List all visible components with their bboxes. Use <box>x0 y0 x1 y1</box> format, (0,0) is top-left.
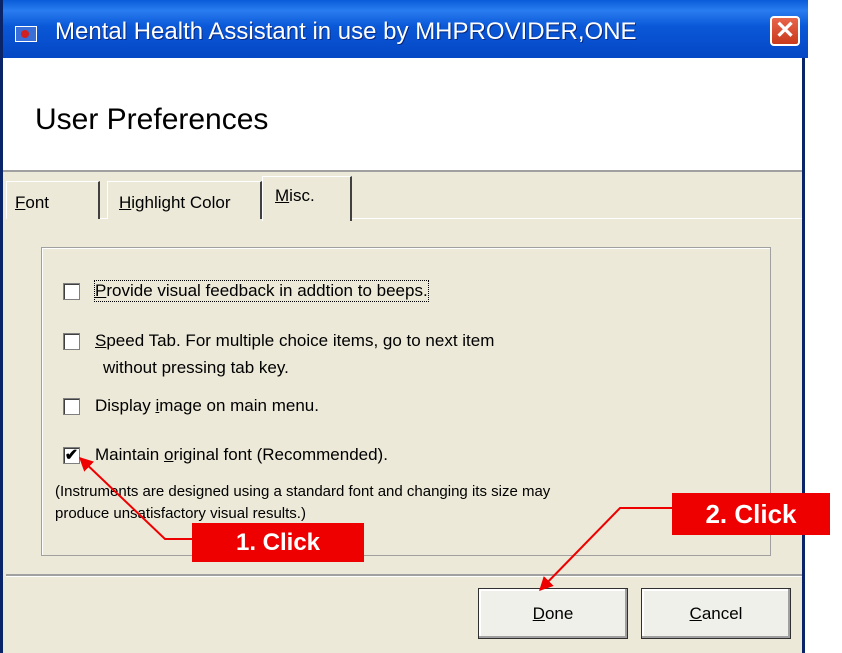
speed-tab-checkbox[interactable] <box>63 333 80 350</box>
dialog-header: User Preferences <box>3 58 802 170</box>
close-icon: ✕ <box>774 17 796 44</box>
speed-tab-label-line2: without pressing tab key. <box>103 358 289 377</box>
maintain-font-checkbox[interactable]: ✔ <box>63 447 80 464</box>
visual-feedback-text: rovide visual feedback in addtion to bee… <box>106 281 428 300</box>
header-divider <box>3 170 802 172</box>
visual-feedback-label[interactable]: Provide visual feedback in addtion to be… <box>94 280 429 302</box>
close-button[interactable]: ✕ <box>770 16 800 46</box>
tab-font[interactable]: Font <box>6 181 100 219</box>
font-note-line1: (Instruments are designed using a standa… <box>55 483 551 500</box>
cancel-mnemonic: C <box>689 603 702 623</box>
done-mnemonic: D <box>532 603 545 623</box>
speed-tab-label[interactable]: Speed Tab. For multiple choice items, go… <box>95 331 494 351</box>
app-icon <box>15 26 37 42</box>
cancel-button[interactable]: Cancel <box>641 588 791 639</box>
maintain-font-label[interactable]: Maintain original font (Recommended). <box>95 445 388 465</box>
visual-feedback-checkbox[interactable] <box>63 283 80 300</box>
tab-highlight-color[interactable]: Highlight Color <box>107 181 262 219</box>
maintain-font-prefix: Maintain <box>95 445 164 464</box>
display-image-checkbox[interactable] <box>63 398 80 415</box>
callout-step1: 1. Click <box>192 523 364 562</box>
visual-feedback-mnemonic: P <box>95 281 107 300</box>
tab-misc[interactable]: Misc. <box>262 176 352 221</box>
font-note-line2: produce unsatisfactory visual results.) <box>55 505 306 522</box>
maintain-font-text: riginal font (Recommended). <box>173 445 388 464</box>
tab-font-mnemonic: F <box>15 193 26 212</box>
title-bar[interactable]: Mental Health Assistant in use by MHPROV… <box>3 0 808 58</box>
tab-misc-label: isc. <box>289 186 315 205</box>
display-image-prefix: Display <box>95 396 156 415</box>
checkmark-icon: ✔ <box>64 447 79 464</box>
footer-divider <box>6 574 802 577</box>
page-title: User Preferences <box>35 103 269 136</box>
tab-highlight-label: ighlight Color <box>131 193 231 212</box>
tab-misc-mnemonic: M <box>275 186 290 205</box>
cancel-label: ancel <box>701 603 743 623</box>
display-image-label[interactable]: Display image on main menu. <box>95 396 319 416</box>
display-image-text: mage on main menu. <box>159 396 319 415</box>
done-button[interactable]: Done <box>478 588 628 639</box>
window-title: Mental Health Assistant in use by MHPROV… <box>55 18 637 45</box>
tab-highlight-mnemonic: H <box>119 193 132 212</box>
callout-step2: 2. Click <box>672 493 830 535</box>
tab-font-label: ont <box>25 193 50 212</box>
speed-tab-mnemonic: S <box>95 331 107 350</box>
done-label: one <box>544 603 574 623</box>
dialog-window: Mental Health Assistant in use by MHPROV… <box>0 0 808 653</box>
speed-tab-text: peed Tab. For multiple choice items, go … <box>106 331 495 350</box>
